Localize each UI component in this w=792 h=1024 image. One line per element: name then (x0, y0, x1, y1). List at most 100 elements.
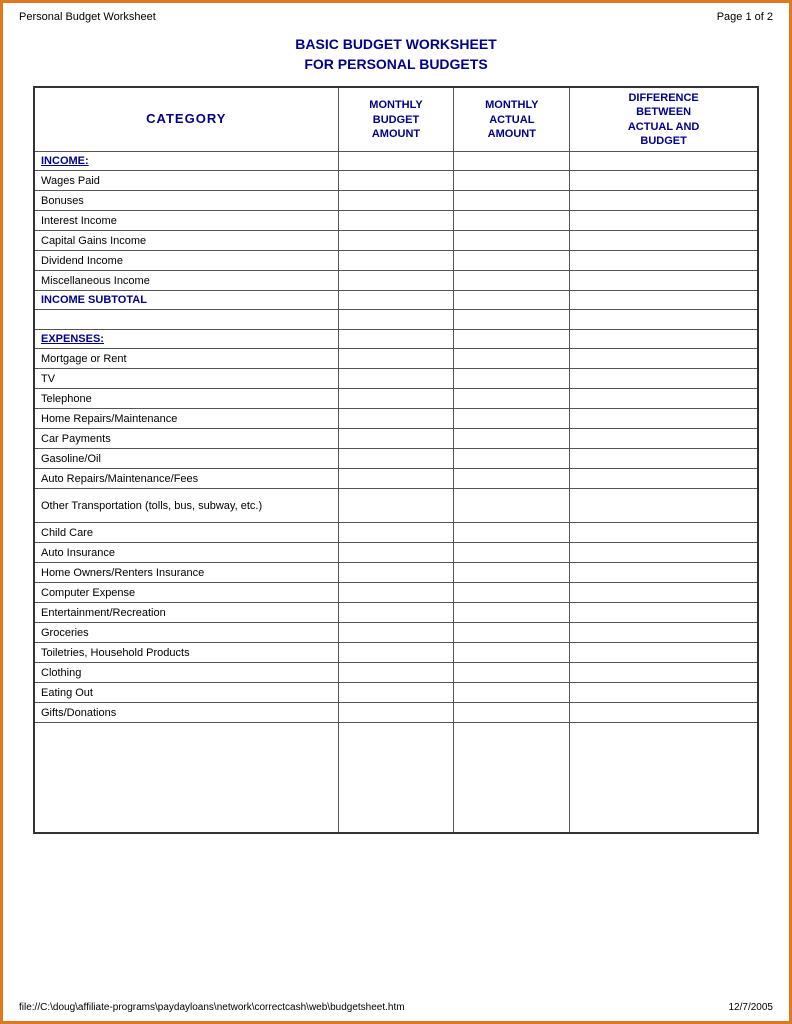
row-label: Gasoline/Oil (34, 449, 338, 469)
row-difference (570, 291, 758, 310)
row-monthly-actual (454, 623, 570, 643)
row-monthly-budget (338, 231, 454, 251)
table-row: Computer Expense (34, 583, 758, 603)
row-difference (570, 231, 758, 251)
row-monthly-actual (454, 643, 570, 663)
row-monthly-budget (338, 543, 454, 563)
row-monthly-actual (454, 523, 570, 543)
row-label: Interest Income (34, 211, 338, 231)
table-row: INCOME: (34, 152, 758, 171)
row-difference (570, 489, 758, 523)
table-row (34, 310, 758, 330)
row-monthly-budget (338, 683, 454, 703)
row-monthly-actual (454, 723, 570, 833)
row-difference (570, 171, 758, 191)
header-left: Personal Budget Worksheet (19, 11, 156, 23)
table-row: Mortgage or Rent (34, 349, 758, 369)
row-monthly-budget (338, 623, 454, 643)
row-difference (570, 211, 758, 231)
row-monthly-actual (454, 231, 570, 251)
page-footer: file://C:\doug\affiliate-programs\payday… (3, 998, 789, 1017)
table-row: Bonuses (34, 191, 758, 211)
row-monthly-budget (338, 211, 454, 231)
table-row: Gifts/Donations (34, 703, 758, 723)
row-label: INCOME: (34, 152, 338, 171)
table-row: Telephone (34, 389, 758, 409)
row-label: Toiletries, Household Products (34, 643, 338, 663)
row-label: Mortgage or Rent (34, 349, 338, 369)
row-difference (570, 409, 758, 429)
row-label: Miscellaneous Income (34, 271, 338, 291)
table-row: EXPENSES: (34, 330, 758, 349)
row-difference (570, 429, 758, 449)
row-monthly-budget (338, 663, 454, 683)
footer-left: file://C:\doug\affiliate-programs\payday… (19, 1002, 405, 1013)
row-monthly-budget (338, 310, 454, 330)
row-monthly-actual (454, 389, 570, 409)
row-difference (570, 663, 758, 683)
row-monthly-budget (338, 469, 454, 489)
table-row: Wages Paid (34, 171, 758, 191)
row-monthly-actual (454, 703, 570, 723)
row-difference (570, 603, 758, 623)
row-monthly-budget (338, 523, 454, 543)
row-difference (570, 152, 758, 171)
row-difference (570, 643, 758, 663)
table-row: Other Transportation (tolls, bus, subway… (34, 489, 758, 523)
table-row: Clothing (34, 663, 758, 683)
row-label: Eating Out (34, 683, 338, 703)
table-row: Child Care (34, 523, 758, 543)
row-difference (570, 543, 758, 563)
row-monthly-budget (338, 191, 454, 211)
row-monthly-actual (454, 563, 570, 583)
table-row: Home Owners/Renters Insurance (34, 563, 758, 583)
worksheet-container: CATEGORY MONTHLYBUDGETAMOUNT MONTHLYACTU… (3, 86, 789, 844)
col-header-category: CATEGORY (34, 87, 338, 152)
table-row: TV (34, 369, 758, 389)
row-label: Other Transportation (tolls, bus, subway… (34, 489, 338, 523)
row-monthly-budget (338, 603, 454, 623)
row-difference (570, 703, 758, 723)
table-row: Entertainment/Recreation (34, 603, 758, 623)
row-monthly-actual (454, 583, 570, 603)
row-monthly-actual (454, 291, 570, 310)
row-monthly-actual (454, 152, 570, 171)
row-monthly-budget (338, 563, 454, 583)
row-difference (570, 623, 758, 643)
row-label: Wages Paid (34, 171, 338, 191)
row-monthly-actual (454, 330, 570, 349)
table-row: Auto Insurance (34, 543, 758, 563)
row-monthly-actual (454, 469, 570, 489)
row-monthly-actual (454, 349, 570, 369)
row-label: Gifts/Donations (34, 703, 338, 723)
footer-right: 12/7/2005 (729, 1002, 774, 1013)
row-monthly-actual (454, 271, 570, 291)
row-label: Clothing (34, 663, 338, 683)
table-row: Auto Repairs/Maintenance/Fees (34, 469, 758, 489)
row-difference (570, 449, 758, 469)
row-label (34, 310, 338, 330)
row-label: Auto Insurance (34, 543, 338, 563)
row-monthly-actual (454, 543, 570, 563)
row-monthly-actual (454, 191, 570, 211)
row-difference (570, 310, 758, 330)
row-monthly-actual (454, 663, 570, 683)
row-difference (570, 563, 758, 583)
header-right: Page 1 of 2 (717, 11, 773, 23)
row-monthly-budget (338, 251, 454, 271)
table-row: Miscellaneous Income (34, 271, 758, 291)
row-monthly-actual (454, 171, 570, 191)
row-difference (570, 271, 758, 291)
row-label: Groceries (34, 623, 338, 643)
row-monthly-actual (454, 211, 570, 231)
row-difference (570, 389, 758, 409)
table-header-row: CATEGORY MONTHLYBUDGETAMOUNT MONTHLYACTU… (34, 87, 758, 152)
page-header: Personal Budget Worksheet Page 1 of 2 (3, 3, 789, 27)
col-header-monthly-budget: MONTHLYBUDGETAMOUNT (338, 87, 454, 152)
table-row: Groceries (34, 623, 758, 643)
row-label: Bonuses (34, 191, 338, 211)
row-difference (570, 330, 758, 349)
table-row: INCOME SUBTOTAL (34, 291, 758, 310)
table-row: Car Payments (34, 429, 758, 449)
row-difference (570, 723, 758, 833)
